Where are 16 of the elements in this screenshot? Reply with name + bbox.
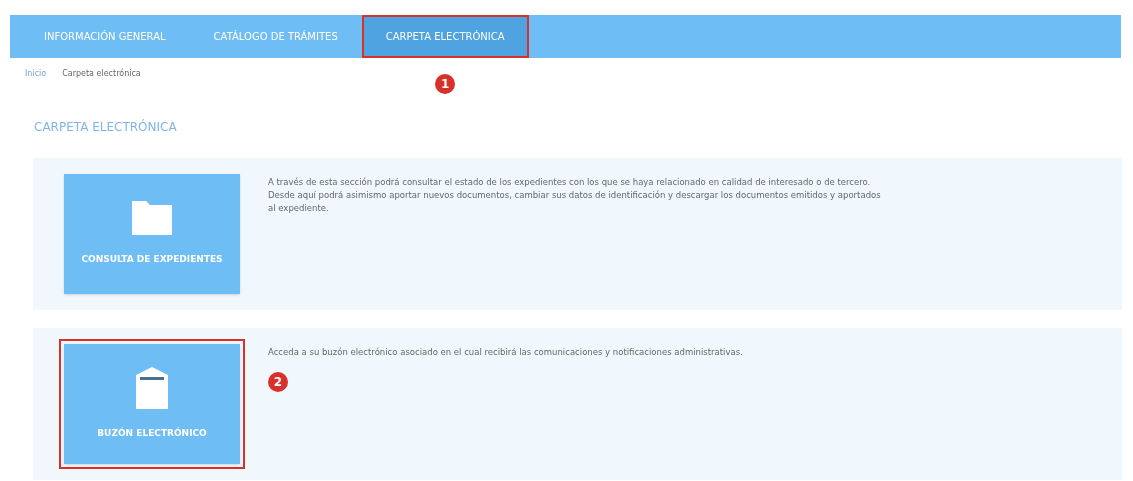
page-title: CARPETA ELECTRÓNICA [34, 118, 177, 136]
tile-button[interactable]: BUZÓN ELECTRÓNICO [59, 339, 245, 469]
breadcrumb-link[interactable]: Carpeta electrónica [62, 68, 141, 80]
description-text: al expediente. [268, 202, 330, 215]
description-text: Acceda a su buzón electrónico asociado en el cual recibirá las comunicaciones y notificaciones administrativas. [268, 346, 743, 359]
nav-tab[interactable]: CARPETA ELECTRÓNICA [361, 15, 529, 58]
callout-badge: 1 [435, 74, 456, 94]
mailbox-icon [136, 367, 168, 410]
tile-button[interactable]: CONSULTA DE EXPEDIENTES [64, 174, 240, 294]
callout-badge: 2 [268, 372, 288, 392]
breadcrumb-link[interactable]: Inicio [25, 68, 47, 80]
description-text: Desde aquí podrá asimismo aportar nuevos documentos, cambiar sus datos de identificación y descargar los documentos emitidos y aportados [268, 189, 881, 202]
nav-tab[interactable]: INFORMACIÓN GENERAL [20, 15, 190, 58]
nav-tab[interactable]: CATÁLOGO DE TRÁMITES [189, 15, 362, 58]
folder-icon [132, 201, 172, 236]
description-text: A través de esta sección podrá consultar el estado de los expedientes con los que se haya relacionado en calidad de interesado o de tercero. [268, 176, 872, 189]
